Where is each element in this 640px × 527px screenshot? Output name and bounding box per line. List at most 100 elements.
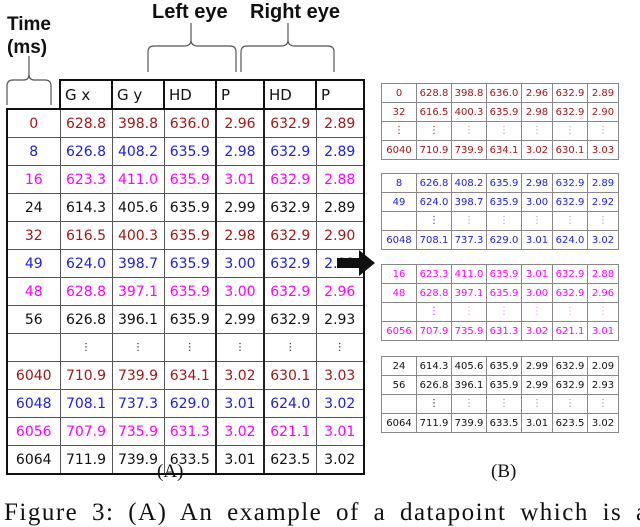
value-cell: 2.99	[521, 356, 553, 376]
time-cell: 24	[381, 356, 417, 376]
table-row: 6040 710.9 739.9 634.1 3.02 630.1 3.03	[6, 361, 365, 390]
time-cell: 6064	[6, 445, 61, 475]
value-cell: 632.9	[263, 221, 317, 250]
value-cell: ⋮	[552, 302, 588, 322]
table-b-group-red: 0 628.8 398.8 636.0 2.96 632.9 2.89 32 616.5 400.…	[381, 83, 619, 160]
value-cell: ⋮	[521, 394, 553, 414]
value-cell: 623.5	[552, 413, 588, 433]
value-cell: 632.9	[263, 249, 317, 278]
table-row: ⋮ ⋮ ⋮ ⋮ ⋮ ⋮ ⋮	[381, 121, 619, 141]
time-cell: 48	[381, 283, 417, 303]
value-cell: 2.90	[587, 102, 619, 122]
value-cell: 626.8	[59, 305, 113, 334]
value-cell: 632.9	[552, 173, 588, 193]
value-cell: 624.0	[263, 389, 317, 418]
value-cell: 616.5	[59, 221, 113, 250]
value-cell: 2.89	[315, 108, 365, 138]
value-cell: ⋮	[59, 333, 113, 362]
value-cell: 626.8	[59, 137, 113, 166]
value-cell: 398.7	[111, 249, 165, 278]
value-cell: 632.9	[552, 283, 588, 303]
table-row: ⋮ ⋮ ⋮ ⋮ ⋮ ⋮	[381, 211, 619, 231]
time-cell: 6048	[6, 389, 61, 418]
time-cell	[6, 333, 61, 362]
value-cell: 2.96	[587, 283, 619, 303]
time-cell: 16	[381, 264, 417, 284]
time-cell	[381, 302, 417, 322]
value-cell: 3.02	[215, 361, 265, 390]
value-cell: 711.9	[416, 413, 452, 433]
value-cell: 3.00	[521, 283, 553, 303]
value-cell: 635.9	[486, 173, 522, 193]
value-cell: 3.02	[587, 230, 619, 250]
value-cell: ⋮	[486, 394, 522, 414]
time-cell: 6040	[381, 140, 417, 160]
time-cell: 32	[381, 102, 417, 122]
time-cell: 6040	[6, 361, 61, 390]
value-cell: ⋮	[486, 211, 522, 231]
value-cell: 623.3	[416, 264, 452, 284]
value-cell: 708.1	[59, 389, 113, 418]
value-cell: 626.8	[416, 375, 452, 395]
value-cell: 707.9	[59, 417, 113, 446]
value-cell: 711.9	[59, 445, 113, 475]
table-b-group-blue: 8 626.8 408.2 635.9 2.98 632.9 2.89 49 624.0 398.…	[381, 173, 619, 250]
time-cell: ⋮	[381, 121, 417, 141]
value-cell: 631.3	[163, 417, 217, 446]
value-cell: 2.96	[215, 108, 265, 138]
value-cell: 408.2	[451, 173, 487, 193]
column-header-left-p: P	[215, 79, 265, 110]
value-cell: 396.1	[451, 375, 487, 395]
value-cell: 624.0	[416, 192, 452, 212]
value-cell: 405.6	[111, 193, 165, 222]
value-cell: 3.02	[521, 321, 553, 341]
value-cell: 628.8	[59, 277, 113, 306]
value-cell: 635.9	[486, 102, 522, 122]
value-cell: 3.01	[315, 417, 365, 446]
table-row: 6056 707.9 735.9 631.3 3.02 621.1 3.01	[381, 321, 619, 341]
table-row: 48 628.8 397.1 635.9 3.00 632.9 2.96	[6, 277, 365, 306]
value-cell: 616.5	[416, 102, 452, 122]
value-cell: ⋮	[486, 302, 522, 322]
table-row: 6040 710.9 739.9 634.1 3.02 630.1 3.03	[381, 140, 619, 160]
value-cell: 635.9	[486, 375, 522, 395]
value-cell: 3.02	[521, 140, 553, 160]
value-cell: 632.9	[552, 264, 588, 284]
value-cell: 408.2	[111, 137, 165, 166]
value-cell: ⋮	[451, 394, 487, 414]
value-cell: 628.8	[59, 108, 113, 138]
value-cell: 632.9	[552, 83, 588, 103]
time-cell: 49	[381, 192, 417, 212]
value-cell: 3.01	[521, 413, 553, 433]
table-row: 56 626.8 396.1 635.9 2.99 632.9 2.93	[6, 305, 365, 334]
value-cell: 3.01	[215, 389, 265, 418]
value-cell: 635.9	[163, 249, 217, 278]
column-header-right-p: P	[315, 79, 365, 110]
value-cell: 632.9	[552, 102, 588, 122]
time-cell: 6056	[381, 321, 417, 341]
time-cell: 56	[6, 305, 61, 334]
value-cell: ⋮	[451, 302, 487, 322]
value-cell: 3.00	[521, 192, 553, 212]
value-cell: 630.1	[552, 140, 588, 160]
table-row: 56 626.8 396.1 635.9 2.99 632.9 2.93	[381, 375, 619, 395]
value-cell: 635.9	[486, 264, 522, 284]
value-cell: 2.99	[215, 305, 265, 334]
value-cell: 3.01	[215, 445, 265, 475]
table-row: 16 623.3 411.0 635.9 3.01 632.9 2.88	[381, 264, 619, 284]
value-cell: 3.02	[215, 417, 265, 446]
value-cell: ⋮	[521, 211, 553, 231]
value-cell: 2.98	[521, 102, 553, 122]
time-cell: 32	[6, 221, 61, 250]
value-cell: 3.01	[215, 165, 265, 194]
table-row: 24 614.3 405.6 635.9 2.99 632.9 2.09	[381, 356, 619, 376]
value-cell: 632.9	[263, 305, 317, 334]
value-cell: ⋮	[587, 394, 619, 414]
value-cell: 3.03	[315, 361, 365, 390]
value-cell: 623.3	[59, 165, 113, 194]
time-column-header	[7, 80, 61, 109]
value-cell: 2.98	[521, 173, 553, 193]
time-cell: 16	[6, 165, 61, 194]
value-cell: ⋮	[163, 333, 217, 362]
value-cell: 2.99	[521, 375, 553, 395]
